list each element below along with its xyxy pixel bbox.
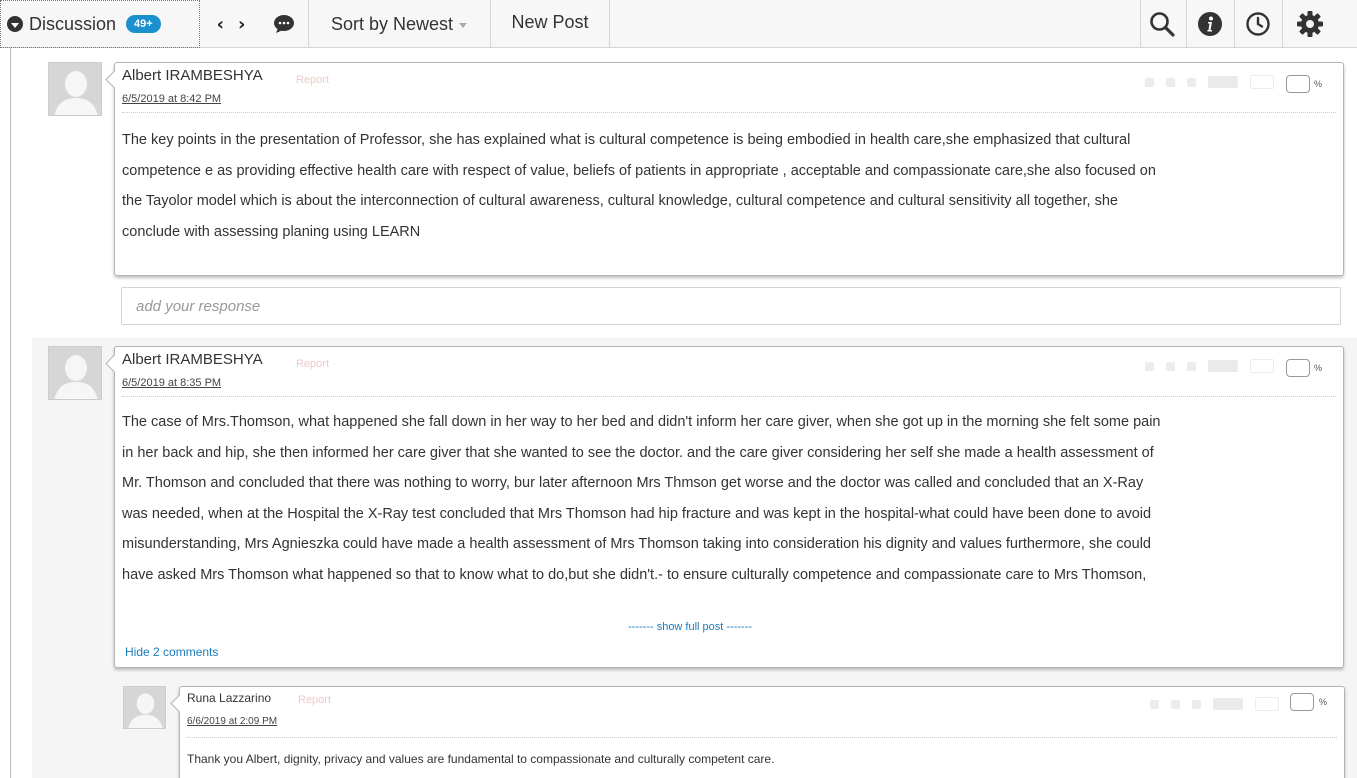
discussion-toggle-button[interactable]: Discussion 49+: [0, 0, 200, 48]
dropdown-caret-icon: [459, 23, 468, 28]
grade-input[interactable]: [1286, 359, 1310, 377]
rate-button[interactable]: [1208, 76, 1238, 88]
post-divider: [122, 112, 1336, 113]
post-line: The key points in the presentation of Pr…: [122, 132, 1131, 148]
post-divider: [122, 396, 1336, 397]
comment-author[interactable]: Runa Lazzarino: [187, 691, 271, 705]
response-placeholder: add your response: [136, 297, 261, 315]
chat-icon: [274, 15, 294, 33]
score-box[interactable]: [1250, 359, 1274, 373]
post-body: The case of Mrs.Thomson, what happened s…: [122, 407, 1340, 590]
thread-line: [10, 48, 11, 778]
collapse-circle-icon: [7, 16, 23, 32]
reply-icon[interactable]: [1145, 77, 1154, 87]
post-line: competence e as providing effective heal…: [122, 162, 1156, 179]
percent-label: %: [1314, 79, 1323, 89]
settings-button[interactable]: [1288, 0, 1332, 48]
avatar: [123, 686, 166, 729]
delete-icon[interactable]: [1187, 77, 1196, 87]
hide-comments-link[interactable]: Hide 2 comments: [125, 645, 218, 659]
post-card: Albert IRAMBESHYA Report 6/5/2019 at 8:4…: [114, 62, 1344, 276]
score-box[interactable]: [1250, 75, 1274, 89]
response-input[interactable]: add your response: [121, 287, 1341, 325]
grade-input[interactable]: [1286, 75, 1310, 93]
history-button[interactable]: [1236, 0, 1280, 48]
search-button[interactable]: [1140, 0, 1184, 48]
chevron-left-icon[interactable]: ‹: [217, 14, 224, 35]
post-line: have asked Mrs Thomson what happened so …: [122, 566, 1147, 583]
discussion-label: Discussion: [29, 13, 117, 34]
new-post-button[interactable]: New Post: [491, 0, 609, 48]
reply-icon[interactable]: [1145, 361, 1154, 371]
info-button[interactable]: [1188, 0, 1232, 48]
report-link[interactable]: Report: [298, 694, 331, 706]
sort-dropdown[interactable]: Sort by Newest: [308, 0, 490, 48]
post-line: the Tayolor model which is about the int…: [122, 193, 1118, 209]
grade-input[interactable]: [1290, 693, 1314, 711]
comment-actions: [1150, 697, 1279, 711]
chat-button[interactable]: [262, 0, 306, 48]
post-actions: [1145, 359, 1274, 373]
score-box[interactable]: [1255, 697, 1279, 711]
post-line: The case of Mrs.Thomson, what happened s…: [122, 414, 1161, 430]
avatar: [48, 346, 102, 400]
clock-icon: [1246, 12, 1270, 36]
delete-icon[interactable]: [1187, 361, 1196, 371]
sort-label: Sort by Newest: [330, 13, 454, 34]
percent-label: %: [1319, 697, 1328, 707]
new-post-label: New Post: [511, 11, 589, 32]
edit-icon[interactable]: [1166, 361, 1175, 371]
comment-body: Thank you Albert, dignity, privacy and v…: [187, 752, 775, 766]
delete-icon[interactable]: [1192, 699, 1201, 709]
reply-icon[interactable]: [1150, 699, 1159, 709]
post-card: Albert IRAMBESHYA Report 6/5/2019 at 8:3…: [114, 346, 1344, 668]
edit-icon[interactable]: [1166, 77, 1175, 87]
post-body: The key points in the presentation of Pr…: [122, 125, 1340, 247]
comment-card: Runa Lazzarino Report 6/6/2019 at 2:09 P…: [179, 686, 1345, 778]
search-icon: [1150, 12, 1175, 37]
default-user-icon: [49, 347, 101, 399]
thread-nav: ‹ ›: [202, 0, 260, 48]
comment-timestamp[interactable]: 6/6/2019 at 2:09 PM: [187, 716, 277, 727]
rate-button[interactable]: [1208, 360, 1238, 372]
info-icon: [1198, 12, 1222, 36]
rate-button[interactable]: [1213, 698, 1243, 710]
default-user-icon: [49, 63, 101, 115]
post-timestamp[interactable]: 6/5/2019 at 8:42 PM: [122, 93, 221, 105]
chevron-right-icon[interactable]: ›: [238, 14, 245, 35]
post-count-badge: 49+: [126, 15, 161, 33]
post-line: misunderstanding, Mrs Agnieszka could ha…: [122, 536, 1151, 552]
post-timestamp[interactable]: 6/5/2019 at 8:35 PM: [122, 377, 221, 389]
post-line: conclude with assessing planing using LE…: [122, 223, 421, 240]
report-link[interactable]: Report: [296, 358, 329, 370]
comment-divider: [187, 737, 1337, 738]
report-link[interactable]: Report: [296, 74, 329, 86]
post-line: was needed, when at the Hospital the X-R…: [122, 505, 1152, 522]
post-author[interactable]: Albert IRAMBESHYA: [122, 351, 263, 368]
default-user-icon: [124, 687, 165, 728]
discussion-toolbar: Discussion 49+ ‹ › Sort by Newest New Po…: [0, 0, 1357, 48]
show-full-post-link[interactable]: ------- show full post -------: [628, 621, 752, 633]
post-author[interactable]: Albert IRAMBESHYA: [122, 67, 263, 84]
percent-label: %: [1314, 363, 1323, 373]
post-actions: [1145, 75, 1274, 89]
post-line: Mr. Thomson and concluded that there was…: [122, 475, 1144, 491]
post-line: in her back and hip, she then informed h…: [122, 444, 1154, 461]
avatar: [48, 62, 102, 116]
gear-icon: [1297, 11, 1323, 37]
edit-icon[interactable]: [1171, 699, 1180, 709]
